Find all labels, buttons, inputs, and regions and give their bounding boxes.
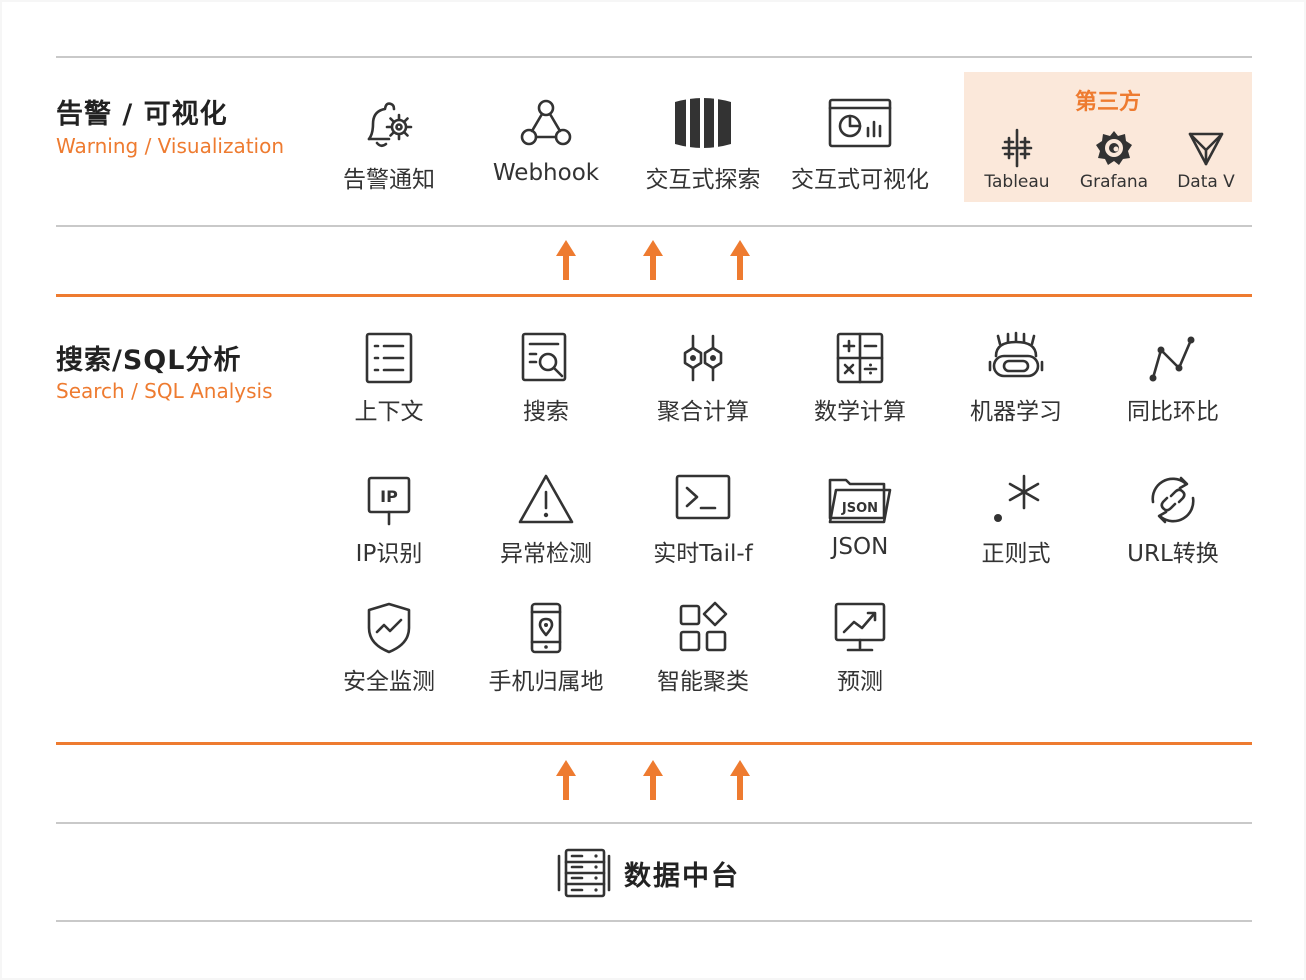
middle-item-regex: 正则式 — [941, 472, 1091, 568]
cluster-grid-icon — [679, 601, 728, 652]
middle-item-aggregate: 聚合计算 — [628, 330, 778, 426]
middle-item-forecast: 预测 — [785, 600, 935, 696]
top-item-explore-label: 交互式探索 — [645, 167, 761, 193]
third-party-grafana: Grafana — [1064, 128, 1164, 192]
middle-item-forecast-label: 预测 — [837, 669, 883, 695]
middle-item-phone-label: 手机归属地 — [488, 669, 604, 695]
middle-section-bottom-divider — [56, 742, 1252, 745]
dashboard-chart-icon — [828, 98, 892, 148]
arrow-up-icon — [556, 240, 576, 280]
middle-item-aggregate-label: 聚合计算 — [657, 399, 749, 425]
robot-icon — [988, 331, 1044, 378]
phone-location-icon — [530, 602, 562, 654]
svg-text:JSON: JSON — [841, 501, 878, 516]
middle-item-search: 搜索 — [471, 330, 621, 426]
middle-item-math-label: 数学计算 — [814, 399, 906, 425]
third-party-grafana-label: Grafana — [1079, 172, 1149, 192]
arrow-up-icon — [730, 240, 750, 280]
middle-item-cluster: 智能聚类 — [628, 600, 778, 696]
middle-item-url: URL转换 — [1098, 472, 1248, 568]
top-section-bottom-divider — [56, 225, 1252, 227]
top-divider — [56, 56, 1252, 58]
middle-item-anomaly-label: 异常检测 — [500, 541, 592, 567]
top-item-visualize-label: 交互式可视化 — [791, 167, 929, 193]
monitor-trend-icon — [834, 602, 886, 652]
data-platform-label: 数据中台 — [624, 861, 740, 892]
middle-item-security: 安全监测 — [314, 600, 464, 696]
middle-item-regex-label: 正则式 — [981, 541, 1051, 567]
top-item-alert: 告警通知 — [314, 94, 464, 194]
datav-icon — [1188, 132, 1224, 166]
webhook-icon — [520, 99, 572, 146]
terminal-icon — [675, 474, 731, 520]
middle-item-context-label: 上下文 — [354, 399, 424, 425]
svg-text:IP: IP — [380, 487, 398, 506]
calculator-icon — [836, 332, 884, 384]
arrow-up-icon — [643, 760, 663, 800]
bell-gear-icon — [367, 102, 413, 148]
middle-section-top-divider — [56, 294, 1252, 297]
architecture-diagram: 告警 / 可视化 Warning / Visualization 告警通知 We… — [2, 2, 1304, 978]
top-section-title: 告警 / 可视化 — [56, 99, 228, 130]
line-trend-icon — [1149, 336, 1195, 382]
middle-item-tail: 实时Tail-f — [628, 472, 778, 568]
top-item-webhook: Webhook — [471, 94, 621, 186]
middle-section-title: 搜索/SQL分析 — [56, 345, 242, 376]
middle-item-json: JSON JSON — [785, 472, 935, 560]
middle-item-phone: 手机归属地 — [471, 600, 621, 696]
third-party-datav-label: Data V — [1177, 172, 1235, 192]
middle-item-url-label: URL转换 — [1127, 541, 1219, 567]
json-folder-icon: JSON — [828, 478, 892, 524]
middle-section-subtitle: Search / SQL Analysis — [56, 379, 273, 403]
regex-icon — [994, 474, 1040, 522]
middle-item-anomaly: 异常检测 — [471, 472, 621, 568]
middle-item-cluster-label: 智能聚类 — [657, 669, 749, 695]
warning-triangle-icon — [518, 474, 574, 524]
third-party-tableau: Tableau — [967, 128, 1067, 192]
middle-item-ip: IP IP识别 — [314, 472, 464, 568]
hexagon-nodes-icon — [683, 334, 723, 382]
document-search-icon — [521, 332, 567, 382]
tableau-icon — [1001, 128, 1033, 168]
third-party-title: 第三方 — [1074, 90, 1141, 115]
top-item-alert-label: 告警通知 — [343, 167, 435, 193]
middle-item-yoy-label: 同比环比 — [1127, 399, 1219, 425]
server-rack-icon — [557, 848, 611, 898]
middle-item-yoy: 同比环比 — [1098, 330, 1248, 426]
bottom-section-top-divider — [56, 822, 1252, 824]
link-cycle-icon — [1151, 476, 1195, 524]
arrow-up-icon — [556, 760, 576, 800]
top-item-explore: 交互式探索 — [628, 94, 778, 194]
middle-item-ml: 机器学习 — [941, 330, 1091, 426]
third-party-panel: 第三方 Tableau Grafana Data V — [964, 72, 1252, 202]
top-item-webhook-label: Webhook — [492, 160, 600, 186]
middle-item-tail-label: 实时Tail-f — [653, 541, 753, 567]
middle-item-ip-label: IP识别 — [355, 541, 423, 567]
top-item-visualize: 交互式可视化 — [785, 94, 935, 194]
middle-item-ml-label: 机器学习 — [970, 399, 1062, 425]
middle-item-security-label: 安全监测 — [343, 669, 435, 695]
list-icon — [365, 332, 413, 384]
middle-item-math: 数学计算 — [785, 330, 935, 426]
middle-item-json-label: JSON — [831, 534, 889, 560]
ip-sign-icon: IP — [367, 476, 411, 526]
bottom-divider — [56, 920, 1252, 922]
top-section-subtitle: Warning / Visualization — [56, 134, 285, 158]
middle-item-search-label: 搜索 — [523, 399, 569, 425]
arrow-up-icon — [730, 760, 750, 800]
third-party-datav: Data V — [1156, 128, 1256, 192]
middle-item-context: 上下文 — [314, 330, 464, 426]
database-columns-icon — [675, 96, 731, 152]
shield-pulse-icon — [367, 602, 411, 654]
arrow-up-icon — [643, 240, 663, 280]
grafana-icon — [1096, 131, 1132, 165]
third-party-tableau-label: Tableau — [984, 172, 1050, 192]
